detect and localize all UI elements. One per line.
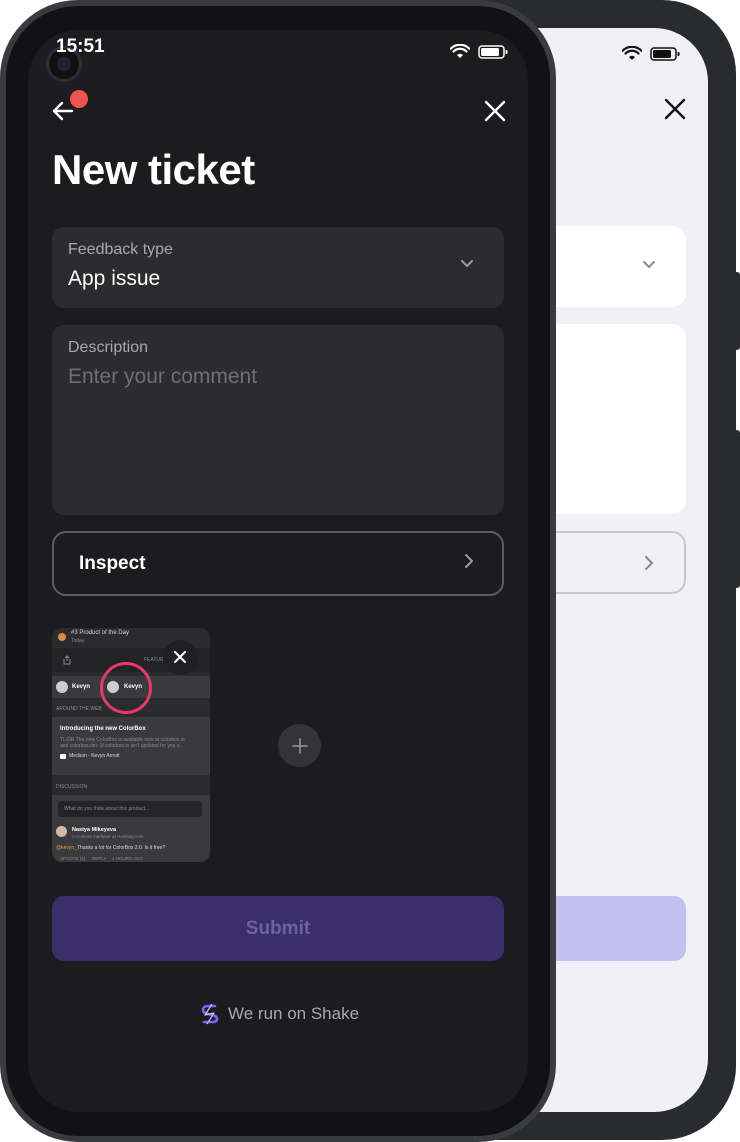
remove-attachment-button[interactable] (163, 640, 198, 675)
status-time: 15:51 (56, 36, 105, 57)
chevron-right-icon (465, 554, 473, 568)
feedback-type-dropdown[interactable]: Feedback type App issue (52, 227, 504, 308)
description-field[interactable]: Description Enter your comment (52, 325, 504, 515)
status-icons (450, 44, 508, 60)
back-close-icon (664, 98, 686, 125)
thumb-comment: Thanks a lot for ColorBox 2.0. Is it fre… (77, 845, 166, 851)
inspect-label: Inspect (79, 553, 146, 574)
thumb-section-web: AROUND THE WEB (56, 706, 102, 712)
medium-icon (60, 754, 66, 759)
feedback-type-value: App issue (68, 267, 161, 290)
highlight-ring (100, 662, 152, 714)
thumb-date: Today (71, 638, 85, 644)
power-button (734, 430, 740, 588)
thumb-action: UPVOTE (1) (60, 856, 86, 861)
feedback-type-label: Feedback type (68, 241, 173, 258)
description-label: Description (68, 339, 149, 356)
thumb-mention: @kevyn_ (56, 845, 77, 851)
thumb-action: 4 HOURS AGO (112, 856, 144, 861)
thumb-commenter-role: A Content marketer at Hashtag.com (72, 834, 144, 839)
thumb-section-discussion: DISCUSSION (56, 784, 88, 790)
thumb-commenter: Nastya Mikeyeva (72, 827, 117, 833)
thumb-article-source: Medium - Kevyn Arnott (69, 753, 120, 759)
thumb-product-rank: #3 Product of the Day (71, 630, 130, 636)
avatar (56, 826, 67, 837)
close-icon (484, 100, 506, 122)
notification-dot (70, 90, 88, 108)
powered-by[interactable]: We run on Shake (200, 1003, 359, 1025)
thumb-discussion-placeholder: What do you think about this product... (64, 806, 150, 812)
submit-button[interactable]: Submit (52, 896, 504, 961)
back-chevron-down-icon (643, 261, 655, 269)
wifi-icon (450, 44, 470, 58)
close-icon (174, 651, 186, 663)
add-attachment-button[interactable] (278, 724, 321, 767)
battery-icon (650, 47, 680, 61)
thumb-article-body: and colorbox.dev (if colorbox.io isn't u… (60, 743, 184, 749)
close-button[interactable] (480, 96, 510, 126)
thumb-action: REPLY (92, 856, 107, 861)
battery-icon (478, 45, 508, 59)
powered-by-label: We run on Shake (228, 1004, 360, 1023)
inspect-button[interactable]: Inspect (52, 531, 504, 596)
thumb-user: Kevyn (72, 684, 91, 690)
wifi-icon (622, 46, 642, 60)
submit-label: Submit (245, 918, 311, 939)
description-input[interactable]: Enter your comment (68, 365, 257, 389)
thumb-article-title: Introducing the new ColorBox (60, 726, 146, 732)
share-icon (63, 655, 71, 665)
back-chevron-right-icon (645, 556, 654, 570)
back-status-icons (622, 46, 680, 62)
page-title: New ticket (52, 146, 255, 193)
medal-icon (58, 633, 66, 641)
avatar (56, 681, 68, 693)
shake-logo-icon (201, 1003, 219, 1025)
chevron-down-icon (461, 260, 473, 267)
volume-button (734, 272, 740, 350)
plus-icon (291, 737, 308, 754)
